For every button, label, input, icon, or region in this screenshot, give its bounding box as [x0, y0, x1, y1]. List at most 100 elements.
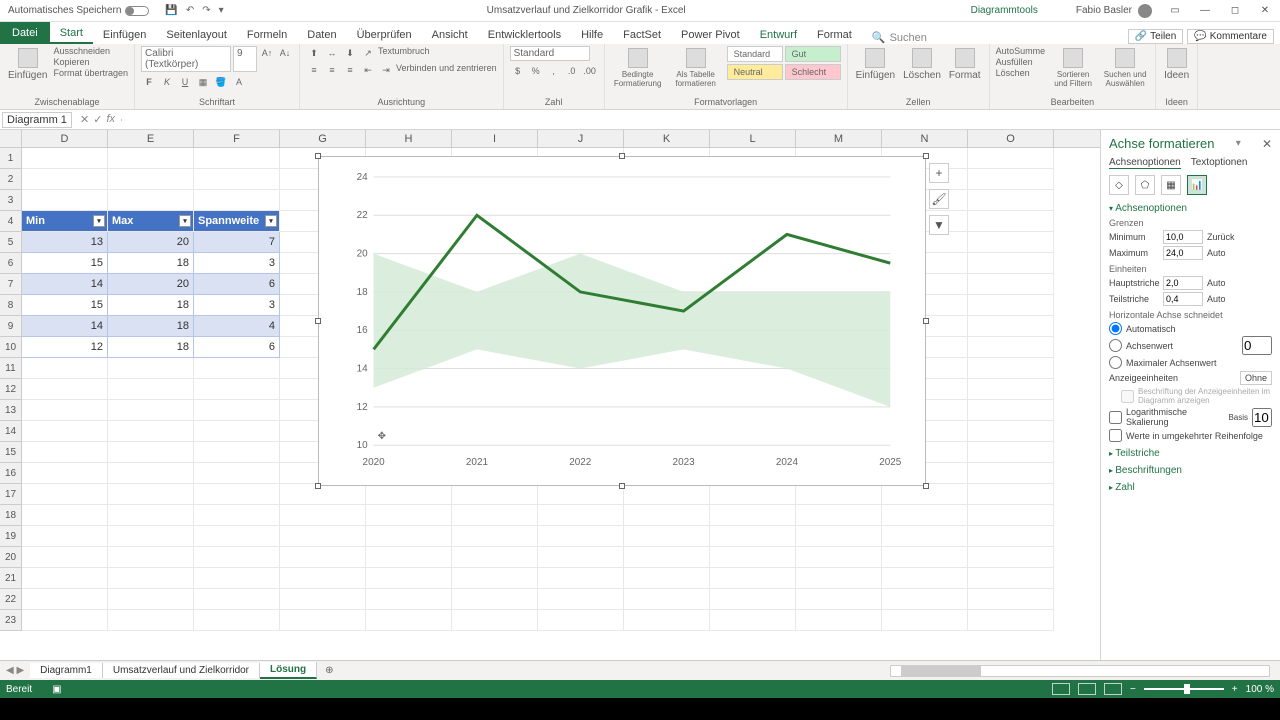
axis-options-tab[interactable]: Achsenoptionen [1109, 157, 1181, 169]
min-reset-button[interactable]: Zurück [1207, 232, 1235, 242]
col-header[interactable]: F [194, 130, 280, 147]
format-painter-button[interactable]: Format übertragen [53, 68, 128, 78]
col-header[interactable]: J [538, 130, 624, 147]
col-header[interactable]: M [796, 130, 882, 147]
chart-elements-button[interactable]: + [929, 163, 949, 183]
section-axis-options[interactable]: Achsenoptionen [1109, 203, 1272, 214]
major-unit-input[interactable] [1163, 276, 1203, 290]
tab-data[interactable]: Daten [297, 26, 346, 44]
indent-dec-icon[interactable]: ⇤ [360, 63, 376, 77]
delete-cells-button[interactable]: Löschen [901, 46, 943, 83]
page-break-view-button[interactable] [1104, 683, 1122, 695]
merge-button[interactable]: Verbinden und zentrieren [396, 63, 497, 77]
font-color-button[interactable]: A [231, 75, 247, 89]
format-as-table-button[interactable]: Als Tabelle formatieren [669, 46, 723, 90]
text-options-tab[interactable]: Textoptionen [1191, 157, 1248, 169]
enter-formula-icon[interactable]: ✓ [93, 113, 102, 126]
zoom-in-button[interactable]: + [1232, 684, 1238, 695]
tab-formulas[interactable]: Formeln [237, 26, 297, 44]
percent-icon[interactable]: % [528, 64, 544, 78]
align-bottom-icon[interactable]: ⬇ [342, 46, 358, 60]
select-all-corner[interactable] [0, 130, 22, 147]
horizontal-scrollbar[interactable] [890, 665, 1270, 677]
chart-filters-button[interactable]: ▼ [929, 215, 949, 235]
border-button[interactable]: ▦ [195, 75, 211, 89]
format-cells-button[interactable]: Format [947, 46, 983, 83]
insert-cells-button[interactable]: Einfügen [854, 46, 897, 83]
font-size-select[interactable]: 9 [233, 46, 257, 72]
align-right-icon[interactable]: ≡ [342, 63, 358, 77]
dec-decimal-icon[interactable]: .00 [582, 64, 598, 78]
zoom-level[interactable]: 100 % [1246, 684, 1274, 695]
chart-plot[interactable]: 1012141618202224202020212022202320242025… [329, 167, 915, 475]
col-header[interactable]: D [22, 130, 108, 147]
bold-button[interactable]: F [141, 75, 157, 89]
tab-start[interactable]: Start [50, 24, 93, 44]
underline-button[interactable]: U [177, 75, 193, 89]
font-name-select[interactable]: Calibri (Textkörper) [141, 46, 231, 72]
axis-options-icon[interactable]: 📊 [1187, 175, 1207, 195]
user-account[interactable]: Fabio Basler [1068, 4, 1160, 18]
cancel-formula-icon[interactable]: ✕ [80, 113, 89, 126]
tab-powerpivot[interactable]: Power Pivot [671, 26, 750, 44]
new-sheet-button[interactable]: ⊕ [317, 665, 341, 676]
clear-button[interactable]: Löschen [996, 68, 1046, 78]
size-props-icon[interactable]: ▦ [1161, 175, 1181, 195]
col-header[interactable]: L [710, 130, 796, 147]
sheet-tab[interactable]: Lösung [260, 662, 317, 679]
col-header[interactable]: O [968, 130, 1054, 147]
axis-max-input[interactable] [1163, 246, 1203, 260]
tab-view[interactable]: Ansicht [422, 26, 478, 44]
effects-icon[interactable]: ⬠ [1135, 175, 1155, 195]
decrease-font-icon[interactable]: A↓ [277, 46, 293, 60]
col-header[interactable]: E [108, 130, 194, 147]
tab-factset[interactable]: FactSet [613, 26, 671, 44]
page-layout-view-button[interactable] [1078, 683, 1096, 695]
conditional-formatting-button[interactable]: Bedingte Formatierung [611, 46, 665, 90]
comments-button[interactable]: 💬Kommentare [1187, 29, 1274, 44]
macro-record-icon[interactable]: ▣ [52, 684, 61, 695]
currency-icon[interactable]: $ [510, 64, 526, 78]
name-box[interactable]: Diagramm 1 [2, 112, 72, 128]
ideas-button[interactable]: Ideen [1162, 46, 1191, 83]
style-neutral[interactable]: Neutral [727, 64, 783, 80]
normal-view-button[interactable] [1052, 683, 1070, 695]
share-button[interactable]: 🔗Teilen [1128, 29, 1184, 44]
formula-input[interactable] [121, 119, 1280, 121]
style-bad[interactable]: Schlecht [785, 64, 841, 80]
tell-me-search[interactable]: 🔍 Suchen [872, 31, 927, 44]
fill-line-icon[interactable]: ◇ [1109, 175, 1129, 195]
section-ticks[interactable]: Teilstriche [1109, 448, 1272, 459]
comma-icon[interactable]: , [546, 64, 562, 78]
max-reset-button[interactable]: Auto [1207, 248, 1226, 258]
autosave-toggle[interactable]: Automatisches Speichern [0, 5, 157, 16]
tab-pagelayout[interactable]: Seitenlayout [156, 26, 237, 44]
tab-developer[interactable]: Entwicklertools [478, 26, 571, 44]
tab-format[interactable]: Format [807, 26, 862, 44]
save-icon[interactable]: 💾 [165, 5, 177, 16]
tab-help[interactable]: Hilfe [571, 26, 613, 44]
sheet-tab[interactable]: Umsatzverlauf und Zielkorridor [103, 663, 260, 678]
redo-icon[interactable]: ↷ [202, 5, 210, 16]
col-header[interactable]: K [624, 130, 710, 147]
tab-design[interactable]: Entwurf [750, 26, 807, 44]
minimize-icon[interactable]: — [1190, 5, 1220, 16]
col-header[interactable]: G [280, 130, 366, 147]
autosum-button[interactable]: AutoSumme [996, 46, 1046, 56]
undo-icon[interactable]: ↶ [186, 5, 194, 16]
tab-review[interactable]: Überprüfen [347, 26, 422, 44]
ribbon-display-icon[interactable]: ▭ [1160, 5, 1190, 16]
close-icon[interactable]: ✕ [1250, 5, 1280, 16]
sheet-nav[interactable]: ◀ ▶ [0, 665, 30, 676]
inc-decimal-icon[interactable]: .0 [564, 64, 580, 78]
align-center-icon[interactable]: ≡ [324, 63, 340, 77]
italic-button[interactable]: K [159, 75, 175, 89]
section-number[interactable]: Zahl [1109, 482, 1272, 493]
cross-max-radio[interactable] [1109, 356, 1122, 369]
tab-insert[interactable]: Einfügen [93, 26, 156, 44]
pane-close-icon[interactable]: ✕ [1262, 137, 1272, 151]
fill-color-button[interactable]: 🪣 [213, 75, 229, 89]
chart-styles-button[interactable]: 🖌 [929, 189, 949, 209]
pane-dropdown-icon[interactable]: ▾ [1236, 138, 1241, 149]
copy-button[interactable]: Kopieren [53, 57, 128, 67]
